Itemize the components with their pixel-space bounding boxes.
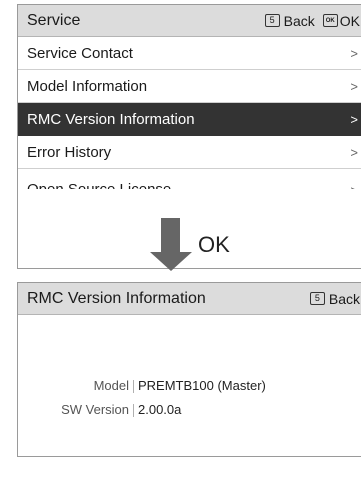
menu-item-error-history[interactable]: Error History > [18,136,361,169]
menu-item-service-contact[interactable]: Service Contact > [18,37,361,70]
ok-label: OK [339,12,360,29]
sw-version-row: SW Version 2.00.0a [18,402,181,417]
sw-version-value: 2.00.0a [138,402,182,417]
version-details: Model PREMTB100 (Master) SW Version 2.00… [18,315,361,455]
ok-hint[interactable]: OK OK [322,12,360,29]
model-value: PREMTB100 (Master) [138,378,266,393]
chevron-right-icon: > [350,78,358,94]
divider [133,380,134,393]
sw-version-label: SW Version [61,402,129,417]
down-arrow-head [150,252,192,271]
model-label: Model [93,378,129,393]
back-label: Back [328,290,360,307]
rmc-version-header: RMC Version Information 5 Back [18,283,361,315]
menu-item-label: Open Source License [27,181,171,189]
screen-title: RMC Version Information [27,289,206,307]
menu-item-label: Service Contact [27,44,133,62]
back-key-icon: 5 [309,292,325,305]
back-hint[interactable]: 5 Back [264,12,315,29]
divider [133,404,134,417]
back-label: Back [283,12,315,29]
menu-item-rmc-version-information[interactable]: RMC Version Information > [18,103,361,136]
model-row: Model PREMTB100 (Master) [18,378,266,393]
back-key-icon: 5 [264,14,280,27]
back-hint[interactable]: 5 Back [309,290,360,307]
chevron-right-icon: > [350,45,358,61]
rmc-version-screen: RMC Version Information 5 Back Model PRE… [17,282,361,457]
transition-indicator: OK [150,218,270,273]
chevron-right-icon: > [350,183,358,189]
menu-item-open-source-license[interactable]: Open Source License > [18,169,361,189]
menu-item-label: Error History [27,143,112,161]
chevron-right-icon: > [350,144,358,160]
header-hints: 5 Back [302,291,360,307]
menu-item-label: Model Information [27,77,148,95]
screen-title: Service [27,11,81,29]
header-hints: 5 Back OK OK [257,13,360,29]
menu-item-model-information[interactable]: Model Information > [18,70,361,103]
ok-key-icon: OK [322,14,338,27]
menu-item-label: RMC Version Information [27,110,195,128]
down-arrow-icon [161,218,180,252]
service-header: Service 5 Back OK OK [18,5,361,37]
transition-label: OK [198,232,230,257]
chevron-right-icon: > [350,111,358,127]
